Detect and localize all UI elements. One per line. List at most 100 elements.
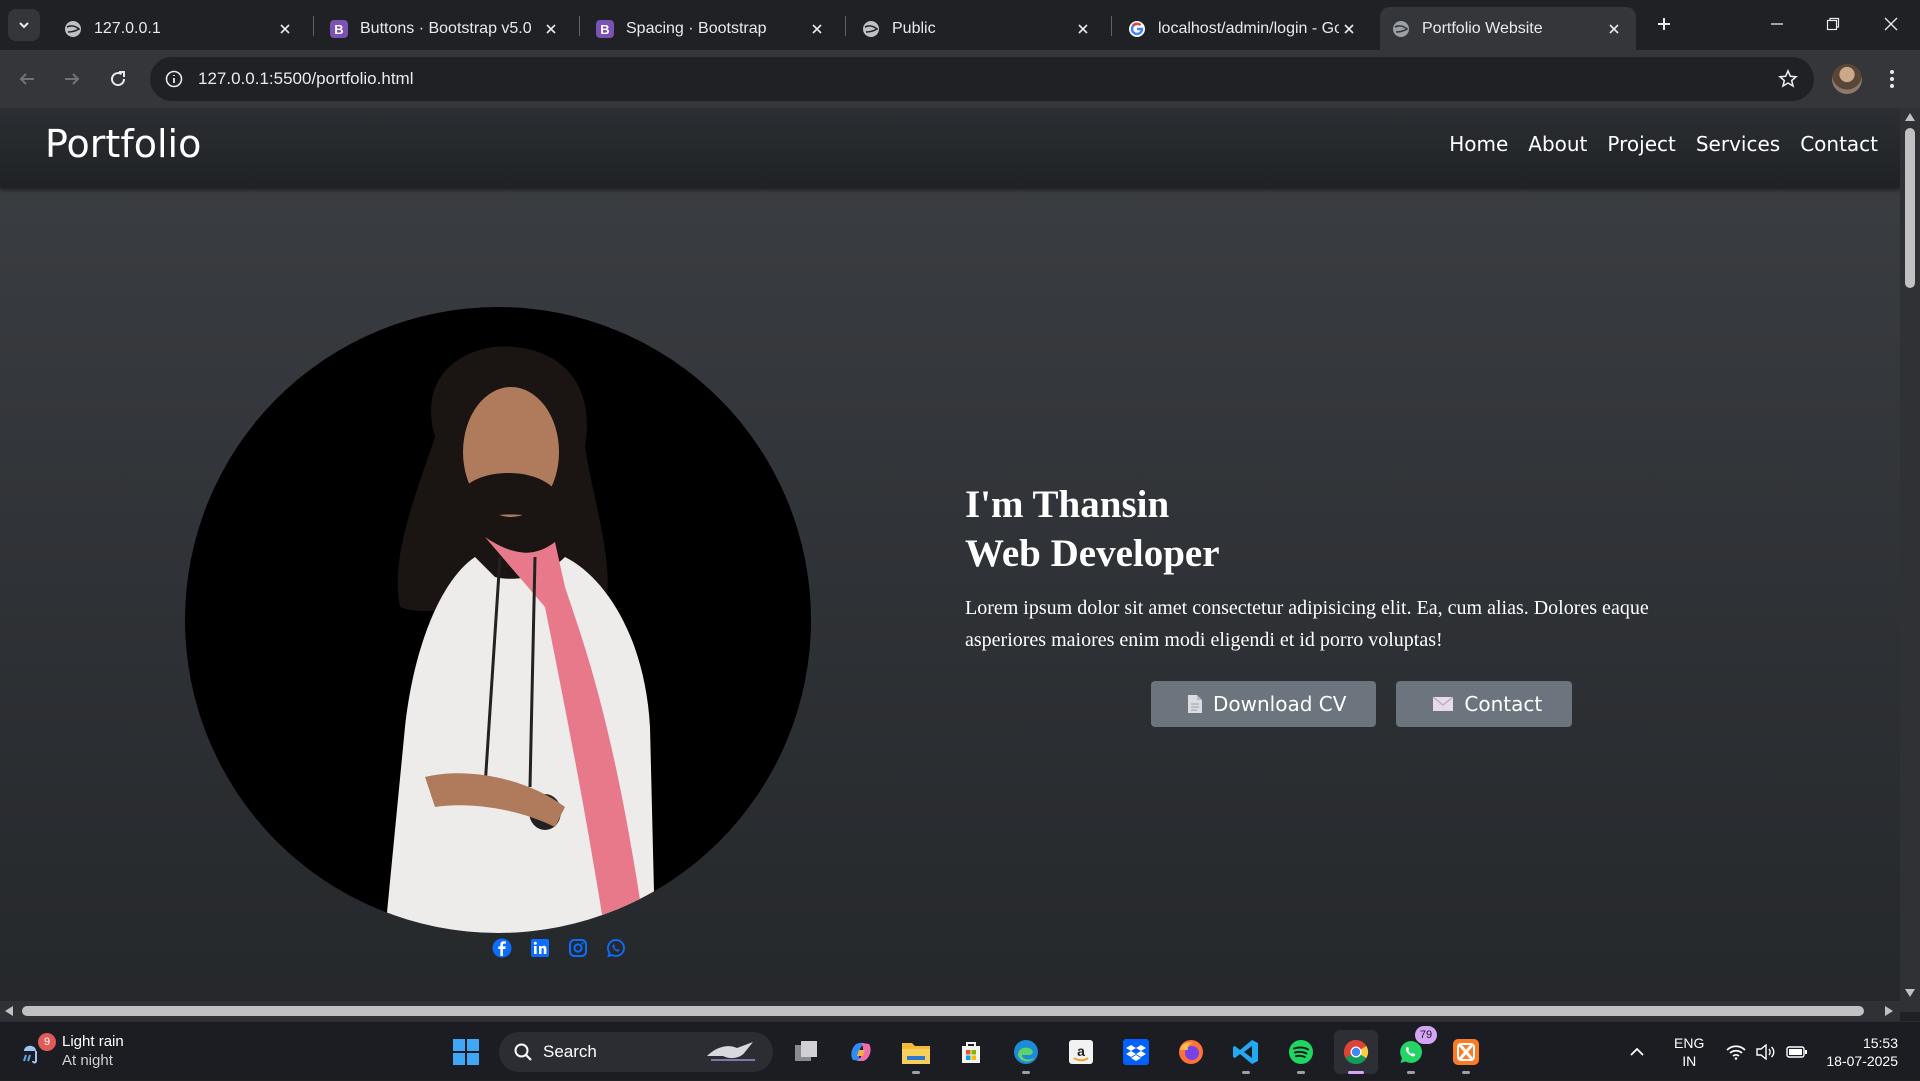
download-cv-button[interactable]: Download CV bbox=[1151, 681, 1377, 727]
clock-time: 15:53 bbox=[1862, 1034, 1898, 1051]
vertical-scrollbar[interactable] bbox=[1900, 108, 1920, 1012]
restore-icon bbox=[1826, 17, 1840, 31]
file-explorer-button[interactable] bbox=[894, 1030, 938, 1074]
new-tab-button[interactable] bbox=[1652, 12, 1676, 36]
nav-services[interactable]: Services bbox=[1696, 132, 1780, 156]
xampp-button[interactable] bbox=[1444, 1030, 1488, 1074]
chevron-up-icon[interactable] bbox=[1630, 1047, 1644, 1057]
whatsapp-taskbar-button[interactable]: 79 bbox=[1389, 1026, 1437, 1074]
horizontal-scroll-thumb[interactable] bbox=[22, 1006, 1864, 1016]
running-indicator bbox=[1022, 1071, 1030, 1074]
close-icon[interactable] bbox=[1604, 19, 1624, 39]
bootstrap-icon: B bbox=[596, 19, 614, 38]
nav-contact[interactable]: Contact bbox=[1800, 132, 1878, 156]
profile-photo bbox=[185, 307, 811, 933]
vertical-scroll-thumb[interactable] bbox=[1905, 128, 1915, 288]
wifi-icon[interactable] bbox=[1726, 1044, 1747, 1060]
search-icon bbox=[514, 1043, 532, 1061]
microsoft-store-button[interactable] bbox=[949, 1030, 993, 1074]
tab-spacing-bootstrap[interactable]: B Spacing · Bootstrap bbox=[584, 7, 839, 50]
site-info-icon[interactable] bbox=[160, 65, 188, 93]
spotify-icon bbox=[1289, 1040, 1313, 1064]
envelope-icon bbox=[1432, 696, 1454, 712]
scroll-down-icon[interactable] bbox=[1904, 988, 1916, 998]
brand-logo[interactable]: Portfolio bbox=[45, 122, 201, 166]
hero-role: Web Developer bbox=[965, 532, 1220, 575]
system-tray: ENG IN 15:53 18-07-2025 bbox=[1630, 1022, 1920, 1081]
tab-title: localhost/admin/login - Go bbox=[1158, 19, 1339, 37]
tab-search-button[interactable] bbox=[8, 9, 40, 41]
nav-home[interactable]: Home bbox=[1449, 132, 1508, 156]
nav-project[interactable]: Project bbox=[1607, 132, 1675, 156]
plus-icon bbox=[1658, 18, 1670, 30]
dropbox-icon bbox=[1123, 1039, 1149, 1065]
browser-menu-button[interactable] bbox=[1880, 64, 1904, 94]
linkedin-icon[interactable] bbox=[530, 938, 550, 958]
tab-separator bbox=[313, 16, 314, 36]
weather-condition: Light rain bbox=[62, 1033, 124, 1050]
running-indicator bbox=[912, 1071, 920, 1074]
close-window-button[interactable] bbox=[1868, 8, 1914, 40]
battery-icon[interactable] bbox=[1786, 1045, 1808, 1059]
svg-text:a: a bbox=[1077, 1043, 1085, 1059]
edge-button[interactable] bbox=[1004, 1030, 1048, 1074]
arrow-left-icon bbox=[19, 73, 34, 85]
scroll-right-icon[interactable] bbox=[1884, 1005, 1894, 1017]
tab-title: Portfolio Website bbox=[1422, 19, 1543, 37]
close-icon[interactable] bbox=[541, 19, 561, 39]
firefox-button[interactable] bbox=[1169, 1030, 1213, 1074]
search-label: Search bbox=[543, 1042, 597, 1061]
tab-title: Spacing · Bootstrap bbox=[626, 19, 767, 37]
whatsapp-icon[interactable] bbox=[606, 938, 626, 958]
tab-title: Public bbox=[892, 19, 936, 37]
address-bar[interactable]: 127.0.0.1:5500/portfolio.html bbox=[150, 57, 1814, 101]
url-text[interactable]: 127.0.0.1:5500/portfolio.html bbox=[198, 69, 413, 89]
dropbox-button[interactable] bbox=[1114, 1030, 1158, 1074]
chrome-button[interactable] bbox=[1334, 1030, 1378, 1074]
weather-widget[interactable]: 9 Light rain At night bbox=[20, 1032, 124, 1070]
browser-toolbar: 127.0.0.1:5500/portfolio.html bbox=[0, 50, 1920, 108]
site-navbar: Portfolio Home About Project Services Co… bbox=[0, 108, 1900, 188]
close-icon[interactable] bbox=[275, 19, 295, 39]
instagram-icon[interactable] bbox=[568, 938, 588, 958]
svg-text:B: B bbox=[334, 22, 343, 37]
tab-portfolio-website[interactable]: Portfolio Website bbox=[1380, 7, 1636, 50]
tab-buttons-bootstrap[interactable]: B Buttons · Bootstrap v5.0 bbox=[318, 7, 573, 50]
copilot-button[interactable] bbox=[839, 1030, 883, 1074]
reload-button[interactable] bbox=[103, 64, 133, 94]
hero-description: Lorem ipsum dolor sit amet consectetur a… bbox=[965, 597, 1649, 651]
close-icon[interactable] bbox=[807, 19, 827, 39]
nav-about[interactable]: About bbox=[1528, 132, 1587, 156]
amazon-button[interactable]: a bbox=[1059, 1030, 1103, 1074]
taskbar-search[interactable]: Search bbox=[499, 1032, 773, 1072]
minimize-button[interactable] bbox=[1754, 8, 1800, 40]
tab-public[interactable]: Public bbox=[850, 7, 1105, 50]
tab-admin-login[interactable]: localhost/admin/login - Go bbox=[1116, 7, 1371, 50]
scroll-left-icon[interactable] bbox=[4, 1005, 14, 1017]
start-button[interactable] bbox=[444, 1030, 488, 1074]
close-icon[interactable] bbox=[1339, 19, 1359, 39]
bookmark-star-icon[interactable] bbox=[1776, 67, 1800, 91]
close-icon[interactable] bbox=[1073, 19, 1093, 39]
clock[interactable]: 15:53 18-07-2025 bbox=[1826, 1034, 1898, 1070]
contact-button[interactable]: Contact bbox=[1396, 681, 1573, 727]
volume-icon[interactable] bbox=[1756, 1043, 1776, 1060]
task-view-button[interactable] bbox=[784, 1030, 828, 1074]
language-indicator[interactable]: ENG IN bbox=[1674, 1034, 1704, 1070]
back-button[interactable] bbox=[12, 64, 42, 94]
scroll-up-icon[interactable] bbox=[1904, 112, 1916, 122]
vscode-button[interactable] bbox=[1224, 1030, 1268, 1074]
restore-button[interactable] bbox=[1810, 8, 1856, 40]
google-icon bbox=[1128, 20, 1146, 38]
page-viewport: Portfolio Home About Project Services Co… bbox=[0, 108, 1920, 1012]
profile-avatar[interactable] bbox=[1832, 64, 1862, 94]
spotify-button[interactable] bbox=[1279, 1030, 1323, 1074]
taskbar: 9 Light rain At night Search a 79 ENG IN… bbox=[0, 1021, 1920, 1080]
tab-separator bbox=[1111, 16, 1112, 36]
facebook-icon[interactable] bbox=[492, 938, 512, 958]
horizontal-scrollbar[interactable] bbox=[0, 1001, 1900, 1021]
edge-icon bbox=[1014, 1040, 1038, 1064]
tab-127[interactable]: 127.0.0.1 bbox=[52, 7, 307, 50]
reload-icon bbox=[111, 71, 126, 87]
forward-button[interactable] bbox=[57, 64, 87, 94]
